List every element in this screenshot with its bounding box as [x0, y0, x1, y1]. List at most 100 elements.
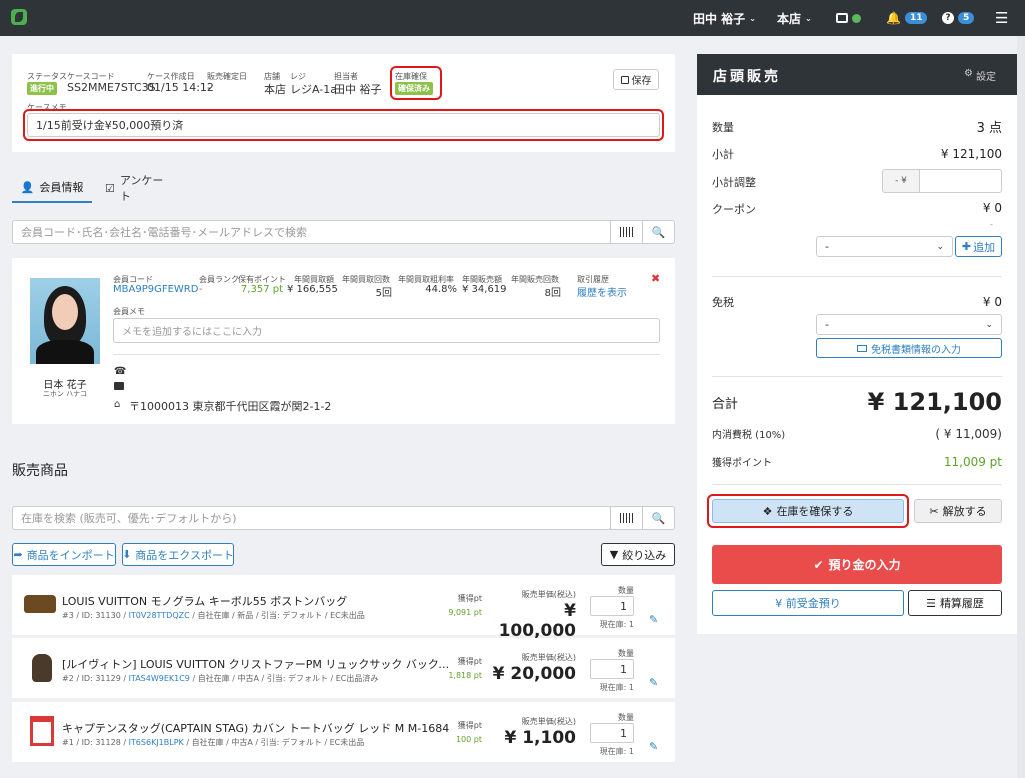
printer-icon: [836, 13, 848, 23]
stock-count: 現在庫: 1: [599, 747, 634, 756]
sale-confirmed-label: 販売確定日: [207, 72, 247, 81]
export-products-button[interactable]: ⬇ 商品をエクスポート: [122, 543, 234, 566]
member-search-input[interactable]: 会員コード･氏名･会社名･電話番号･メールアドレスで検索: [12, 220, 611, 244]
price-label: 販売単価(税込): [521, 653, 576, 662]
question-icon: ?: [942, 12, 954, 24]
product-id-link[interactable]: IT0V28TTDQZC: [129, 611, 190, 620]
plus-icon: ✚: [961, 240, 972, 253]
annual-sales-value: ¥ 34,619: [462, 284, 507, 295]
deposit-input-button[interactable]: ✔ 預り金の入力: [712, 545, 1002, 584]
stock-barcode-button[interactable]: [610, 506, 643, 530]
product-thumbnail: [32, 654, 52, 682]
settings-button[interactable]: ⚙ 設定: [964, 68, 996, 83]
adjust-input[interactable]: [919, 169, 1002, 193]
store-value: 本店: [264, 83, 286, 96]
price-label: 販売単価(税込): [521, 590, 576, 599]
product-meta: #3 / ID: 31130 / IT0V28TTDQZC / 自社在庫 / 新…: [62, 611, 365, 620]
quantity-input[interactable]: 1: [590, 659, 634, 679]
quantity-label: 数量: [618, 649, 634, 658]
close-icon[interactable]: ✖: [651, 272, 660, 285]
list-icon: ☰: [926, 596, 936, 610]
gear-icon: ⚙: [964, 68, 973, 79]
product-id-link[interactable]: IT6S6KJ1BLPK: [129, 738, 184, 747]
product-row[interactable]: LOUIS VUITTON モノグラム キーボル55 ボストンバッグ #3 / …: [12, 575, 675, 641]
barcode-icon: [619, 513, 634, 523]
price-label: 販売単価(税込): [521, 717, 576, 726]
staff-value: 田中 裕子: [334, 83, 382, 96]
member-rank-label: 会員ランク: [199, 275, 239, 284]
divider: [712, 484, 1002, 485]
member-search-button[interactable]: 🔍: [642, 220, 675, 244]
taxfree-select[interactable]: - ⌄: [816, 314, 1002, 335]
settlement-history-button[interactable]: ☰ 精算履歴: [908, 590, 1002, 616]
save-button[interactable]: 保存: [613, 69, 659, 90]
edit-pencil-icon[interactable]: ✎: [649, 740, 658, 753]
help-button[interactable]: ? 5: [942, 0, 975, 36]
member-photo: [30, 278, 100, 364]
member-memo-label: 会員メモ: [113, 307, 145, 316]
member-code-link[interactable]: MBA9P9GFEWRD: [113, 284, 198, 295]
store-menu[interactable]: 本店 ⌄: [777, 0, 812, 36]
unlink-icon: ✂: [929, 504, 939, 518]
filter-button[interactable]: ▼ 絞り込み: [601, 543, 675, 566]
product-row[interactable]: キャプテンスタッグ(CAPTAIN STAG) カバン トートバッグ レッド M…: [12, 702, 675, 762]
case-created-value: 01/15 14:12: [147, 81, 214, 94]
page-scrollbar[interactable]: [1017, 36, 1025, 778]
taxfree-document-button[interactable]: 免税書類情報の入力: [816, 338, 1002, 358]
member-address: 〒1000013 東京都千代田区霞が関2-1-2: [129, 400, 332, 413]
quantity-input[interactable]: 1: [590, 596, 634, 616]
divider: [712, 376, 1002, 377]
tab-member-info[interactable]: 👤 会員情報: [12, 173, 92, 203]
annual-buy-value: ¥ 166,555: [287, 284, 338, 295]
user-menu[interactable]: 田中 裕子 ⌄: [693, 0, 756, 36]
product-points: 9,091 pt: [448, 608, 482, 617]
edit-pencil-icon[interactable]: ✎: [649, 676, 658, 689]
tab-survey[interactable]: ☑ アンケート: [105, 173, 165, 203]
printer-status[interactable]: [836, 0, 861, 36]
taxfree-row: 免税 ¥ 0: [712, 295, 1002, 309]
stock-search-input[interactable]: 在庫を検索 (販売可、優先･デフォルトから): [12, 506, 611, 530]
add-coupon-button[interactable]: ✚ 追加: [955, 236, 1002, 257]
product-meta: #1 / ID: 31128 / IT6S6KJ1BLPK / 自社在庫 / 中…: [62, 738, 365, 747]
bell-icon: 🔔: [886, 11, 901, 25]
help-count-badge: 5: [958, 12, 975, 24]
online-dot-icon: [852, 13, 861, 23]
advance-payment-button[interactable]: ¥ 前受金預り: [712, 590, 904, 616]
qty-row: 数量 3 点: [712, 120, 1002, 137]
top-navbar: 田中 裕子 ⌄ 本店 ⌄ 🔔 11 ? 5 ☰: [0, 0, 1025, 36]
case-memo-highlight: [23, 109, 664, 141]
arrow-right-icon: ➦: [13, 548, 23, 561]
check-icon: ✔: [813, 557, 824, 572]
release-stock-button[interactable]: ✂ 解放する: [914, 499, 1002, 523]
home-icon: ⌂: [114, 399, 121, 410]
edit-pencil-icon[interactable]: ✎: [649, 613, 658, 626]
points-label: 獲得pt: [457, 594, 482, 603]
product-points: 1,818 pt: [448, 671, 482, 680]
stock-secure-label: 在庫確保: [395, 72, 427, 81]
quantity-input[interactable]: 1: [590, 723, 634, 743]
panel-title: 店頭販売: [713, 69, 781, 85]
barcode-button[interactable]: [610, 220, 643, 244]
coupon-select[interactable]: - ⌄: [816, 236, 953, 257]
product-price: ¥ 1,100: [504, 728, 576, 748]
hamburger-menu-icon[interactable]: ☰: [995, 0, 1008, 36]
points-label: 獲得pt: [457, 721, 482, 730]
history-link[interactable]: 履歴を表示: [577, 284, 627, 299]
product-id-link[interactable]: ITAS4W9EK1C9: [129, 674, 190, 683]
product-meta: #2 / ID: 31129 / ITAS4W9EK1C9 / 自社在庫 / 中…: [62, 674, 379, 683]
adjust-prefix: - ¥: [882, 169, 920, 193]
product-row[interactable]: [ルイヴィトン] LOUIS VUITTON クリストファーPM リュックサック…: [12, 638, 675, 698]
annual-buy-count-value: 5回: [375, 288, 392, 299]
import-products-button[interactable]: ➦ 商品をインポート: [12, 543, 116, 566]
tax-row: 内消費税 (10%)( ¥ 11,009): [712, 426, 1002, 442]
status-label: ステータス: [27, 72, 67, 81]
app-logo[interactable]: [11, 9, 27, 25]
stock-count: 現在庫: 1: [599, 620, 634, 629]
sale-confirmed-value: -: [207, 81, 211, 94]
member-memo-field[interactable]: メモを追加するにはここに入力: [113, 318, 660, 343]
stock-search-button[interactable]: 🔍: [642, 506, 675, 530]
checkbox-icon: ☑: [105, 181, 115, 195]
notifications-button[interactable]: 🔔 11: [886, 0, 928, 36]
member-rank-value: -: [199, 284, 203, 295]
products-title: 販売商品: [12, 463, 68, 479]
